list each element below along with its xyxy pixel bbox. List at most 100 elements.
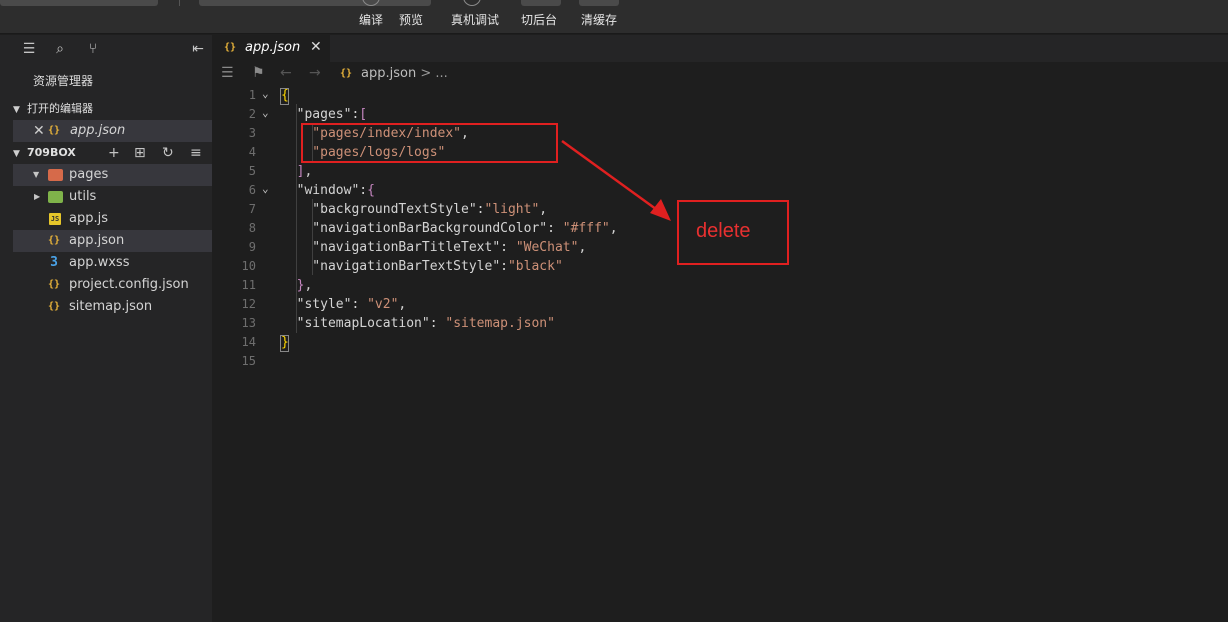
toolbar-divider bbox=[179, 0, 180, 6]
line-number: 13 bbox=[241, 316, 256, 330]
code-token: "window" bbox=[281, 183, 360, 198]
chevron-right-icon: ▶ bbox=[34, 192, 41, 201]
tree-item-app-json[interactable]: {} app.json bbox=[13, 230, 212, 252]
code-line[interactable]: "pages":[ bbox=[281, 107, 367, 122]
code-token: : bbox=[359, 183, 368, 198]
close-tab-icon[interactable]: ✕ bbox=[310, 39, 322, 55]
remote-debug-icon[interactable] bbox=[463, 0, 481, 6]
code-token: "navigationBarTitleText" bbox=[281, 240, 501, 255]
clear-cache-icon[interactable] bbox=[579, 0, 619, 6]
code-token: "navigationBarTextStyle" bbox=[281, 259, 501, 274]
code-token: } bbox=[281, 278, 305, 293]
code-line[interactable]: "window":{ bbox=[281, 183, 375, 198]
chevron-down-icon: ▼ bbox=[33, 170, 40, 179]
line-number: 14 bbox=[241, 335, 256, 349]
project-header[interactable]: ▼ 709BOX + ⊞ ↻ ≡ bbox=[13, 143, 212, 163]
folder-pages-icon bbox=[48, 169, 63, 181]
collapse-sidebar-icon[interactable]: ⇤ bbox=[190, 41, 206, 57]
fold-chevron-icon[interactable]: ⌄ bbox=[262, 182, 269, 195]
explorer-sidebar: ☰ ⌕ ⑂ ⇤ 资源管理器 ▼ 打开的编辑器 ✕ {} app.json ▼ 709… bbox=[0, 35, 212, 622]
remote-debug-button[interactable]: 真机调试 bbox=[451, 11, 499, 28]
bracket-match bbox=[280, 335, 289, 352]
open-editor-item[interactable]: ✕ {} app.json bbox=[13, 120, 212, 142]
compile-mode-select[interactable] bbox=[199, 0, 431, 6]
css-file-icon: 3 bbox=[50, 255, 58, 270]
line-number: 9 bbox=[248, 240, 256, 254]
code-token: "v2" bbox=[367, 297, 399, 312]
json-file-icon: {} bbox=[47, 125, 61, 136]
explorer-title: 资源管理器 bbox=[33, 74, 94, 88]
search-icon[interactable]: ⌕ bbox=[52, 41, 68, 57]
code-editor[interactable]: 1 ⌄{2 ⌄ "pages":[3 "pages/index/index", 4 "… bbox=[212, 86, 1228, 622]
line-number: 4 bbox=[248, 145, 256, 159]
close-icon[interactable]: ✕ bbox=[33, 120, 45, 142]
activity-icons: ☰ ⌕ ⑂ ⇤ bbox=[0, 35, 212, 65]
clear-cache-button[interactable]: 清缓存 bbox=[581, 11, 617, 28]
code-line[interactable]: "backgroundTextStyle":"light", bbox=[281, 202, 547, 217]
forward-arrow-icon[interactable]: → bbox=[309, 65, 321, 81]
source-control-icon[interactable]: ⑂ bbox=[85, 41, 101, 57]
code-token: "black" bbox=[507, 259, 563, 274]
code-token: , bbox=[578, 240, 587, 255]
code-token: : bbox=[500, 259, 508, 274]
code-line[interactable]: "sitemapLocation": "sitemap.json" bbox=[281, 316, 555, 331]
compile-button[interactable]: 编译 bbox=[359, 11, 383, 28]
preview-button[interactable]: 预览 bbox=[399, 11, 423, 28]
background-button[interactable]: 切后台 bbox=[521, 11, 557, 28]
fold-chevron-icon[interactable]: ⌄ bbox=[262, 106, 269, 119]
code-token: , bbox=[304, 278, 313, 293]
refresh-icon[interactable]: ↻ bbox=[162, 143, 174, 163]
tree-item-utils[interactable]: ▶ utils bbox=[13, 186, 212, 208]
code-token: : bbox=[500, 240, 516, 255]
code-token: , bbox=[304, 164, 313, 179]
tree-item-app-js[interactable]: JS app.js bbox=[13, 208, 212, 230]
tree-item-app-wxss[interactable]: 3 app.wxss bbox=[13, 252, 212, 274]
file-list-icon[interactable]: ☰ bbox=[21, 41, 37, 57]
back-arrow-icon[interactable]: ← bbox=[280, 65, 292, 81]
collapse-all-icon[interactable]: ≡ bbox=[190, 143, 202, 163]
code-token: , bbox=[539, 202, 548, 217]
tree-item-sitemap[interactable]: {} sitemap.json bbox=[13, 296, 212, 318]
json-file-icon: {} bbox=[339, 68, 353, 79]
code-token: "pages" bbox=[281, 107, 352, 122]
code-token: ] bbox=[281, 164, 305, 179]
line-number: 2 bbox=[248, 107, 256, 121]
code-line[interactable]: "navigationBarBackgroundColor": "#fff", bbox=[281, 221, 617, 236]
bookmark-icon[interactable]: ⚑ bbox=[252, 65, 265, 81]
new-folder-icon[interactable]: ⊞ bbox=[134, 143, 146, 163]
line-number: 1 bbox=[248, 88, 256, 102]
js-file-icon: JS bbox=[49, 213, 61, 225]
code-token: "light" bbox=[484, 202, 540, 217]
tab-app-json[interactable]: {} app.json ✕ bbox=[212, 35, 330, 62]
code-token: : bbox=[429, 316, 446, 331]
outline-icon[interactable]: ☰ bbox=[221, 65, 234, 81]
new-file-icon[interactable]: + bbox=[108, 143, 120, 163]
code-line[interactable]: ], bbox=[281, 164, 313, 179]
line-number: 7 bbox=[248, 202, 256, 216]
code-token: "sitemap.json" bbox=[445, 316, 555, 331]
code-line[interactable]: }, bbox=[281, 278, 313, 293]
tree-item-project-config[interactable]: {} project.config.json bbox=[13, 274, 212, 296]
code-line[interactable]: "style": "v2", bbox=[281, 297, 407, 312]
line-number: 3 bbox=[248, 126, 256, 140]
json-file-icon: {} bbox=[47, 279, 61, 290]
line-number: 8 bbox=[248, 221, 256, 235]
code-token: : bbox=[547, 221, 563, 236]
top-toolbar: 编译 预览 真机调试 切后台 清缓存 bbox=[0, 0, 1228, 34]
simulator-select[interactable] bbox=[0, 0, 158, 6]
code-token: : bbox=[351, 297, 368, 312]
line-number: 15 bbox=[241, 354, 256, 368]
fold-chevron-icon[interactable]: ⌄ bbox=[262, 87, 269, 100]
json-file-icon: {} bbox=[47, 301, 61, 312]
json-file-icon: {} bbox=[223, 42, 237, 53]
code-line[interactable]: "navigationBarTextStyle":"black" bbox=[281, 259, 563, 274]
tree-item-pages[interactable]: ▼ pages bbox=[13, 164, 212, 186]
code-token: , bbox=[398, 297, 407, 312]
open-editors-header[interactable]: ▼ 打开的编辑器 bbox=[13, 99, 212, 119]
background-switch-icon[interactable] bbox=[521, 0, 561, 6]
code-token: "backgroundTextStyle" bbox=[281, 202, 477, 217]
code-token: "style" bbox=[281, 297, 352, 312]
code-line[interactable]: "navigationBarTitleText": "WeChat", bbox=[281, 240, 586, 255]
breadcrumb-file[interactable]: app.json > ... bbox=[361, 66, 448, 81]
chevron-down-icon: ▼ bbox=[13, 149, 20, 159]
